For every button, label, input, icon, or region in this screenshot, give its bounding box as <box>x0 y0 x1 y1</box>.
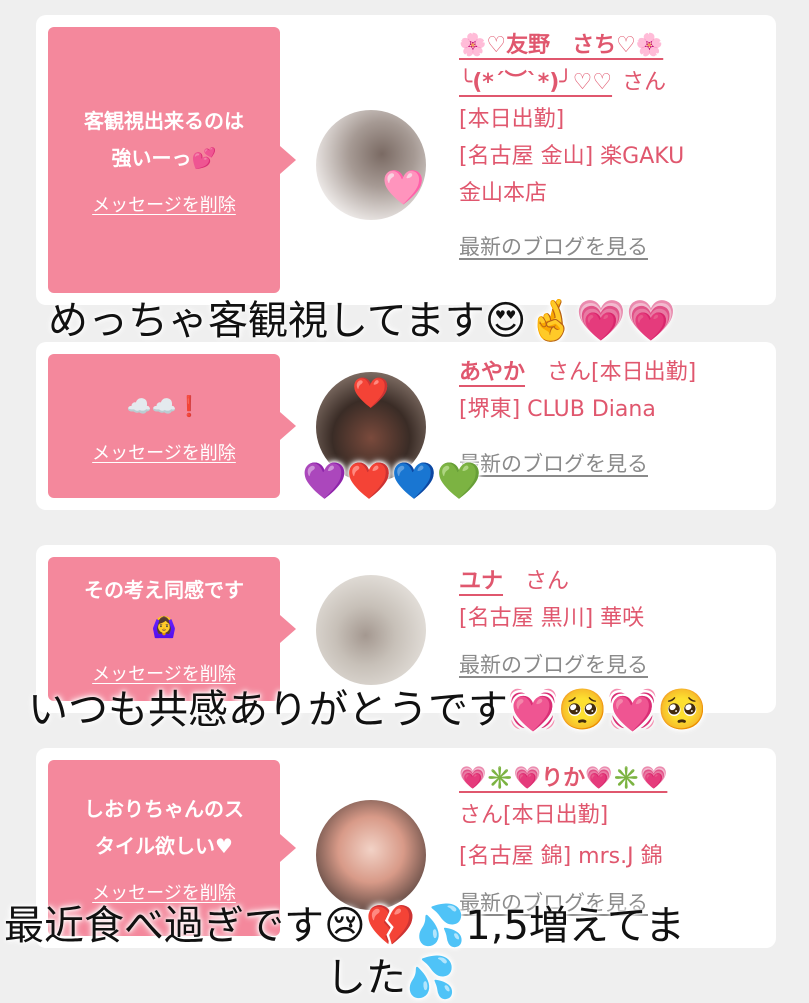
profile-info: 🌸♡友野 さち♡🌸 ╰(*´︶`*)╯♡♡ さん [本日出勤] [名古屋 金山] … <box>459 27 764 266</box>
latest-blog-link[interactable]: 最新のブログを見る <box>459 452 648 476</box>
profile-info: ユナ さん [名古屋 黒川] 華咲 最新のブログを見る <box>459 563 764 684</box>
hearts-overlay: 💜❤️💙💚 <box>302 461 482 502</box>
shop-text: [名古屋 黒川] 華咲 <box>459 606 645 631</box>
caption-overlay-1: めっちゃ客観視してます😍🤞💗💗 <box>48 298 676 344</box>
profile-name-link[interactable]: 💗✳️💗りか💗✳️💗 <box>459 766 667 791</box>
heart-sticker-icon: 🩷 <box>382 168 425 208</box>
profile-info: あやか さん[本日出勤] [堺東] CLUB Diana 最新のブログを見る <box>459 354 764 483</box>
status-text: さん[本日出勤] <box>547 360 697 385</box>
avatar[interactable]: 🩷 <box>316 110 426 220</box>
shop-text-cont: 金山本店 <box>459 181 548 206</box>
profile-name-link[interactable]: ユナ <box>459 569 503 594</box>
status-text: さん[本日出勤] <box>459 803 609 828</box>
message-bubble: 客観視出来るのは 強いーっ💕 メッセージを削除 <box>48 27 296 293</box>
avatar[interactable] <box>316 575 426 685</box>
shop-text: [名古屋 錦] mrs.J 錦 <box>459 844 663 869</box>
caption-overlay-4b: した💦 <box>326 955 456 1001</box>
delete-message-link[interactable]: メッセージを削除 <box>92 439 236 465</box>
shop-text: [堺東] CLUB Diana <box>459 397 656 422</box>
message-text: ☁️☁️❗️ <box>126 393 202 418</box>
heart-sticker-icon: ❤️ <box>352 376 390 411</box>
san-suffix: さん <box>525 569 570 594</box>
shop-text: [名古屋 金山] 楽GAKU <box>459 144 685 169</box>
message-text: その考え同感です 🙆‍♀️ <box>84 578 244 639</box>
latest-blog-link[interactable]: 最新のブログを見る <box>459 653 648 677</box>
caption-overlay-4a: 最近食べ過ぎです😢💔💦1,5増えてま <box>4 903 685 949</box>
caption-overlay-3: いつも共感ありがとうです💓🥺💓🥺 <box>28 687 708 733</box>
status-text: [本日出勤] <box>459 107 565 132</box>
san-suffix: さん <box>622 70 667 95</box>
message-card-1: 客観視出来るのは 強いーっ💕 メッセージを削除 🩷 🌸♡友野 さち♡🌸 ╰(*´… <box>36 15 776 305</box>
message-bubble: ☁️☁️❗️ メッセージを削除 <box>48 354 296 498</box>
message-text: 客観視出来るのは 強いーっ💕 <box>84 109 244 170</box>
delete-message-link[interactable]: メッセージを削除 <box>92 191 236 217</box>
latest-blog-link[interactable]: 最新のブログを見る <box>459 235 648 259</box>
message-text: しおりちゃんのス タイル欲しい♥ <box>84 797 244 858</box>
profile-name-link[interactable]: あやか <box>459 360 525 385</box>
